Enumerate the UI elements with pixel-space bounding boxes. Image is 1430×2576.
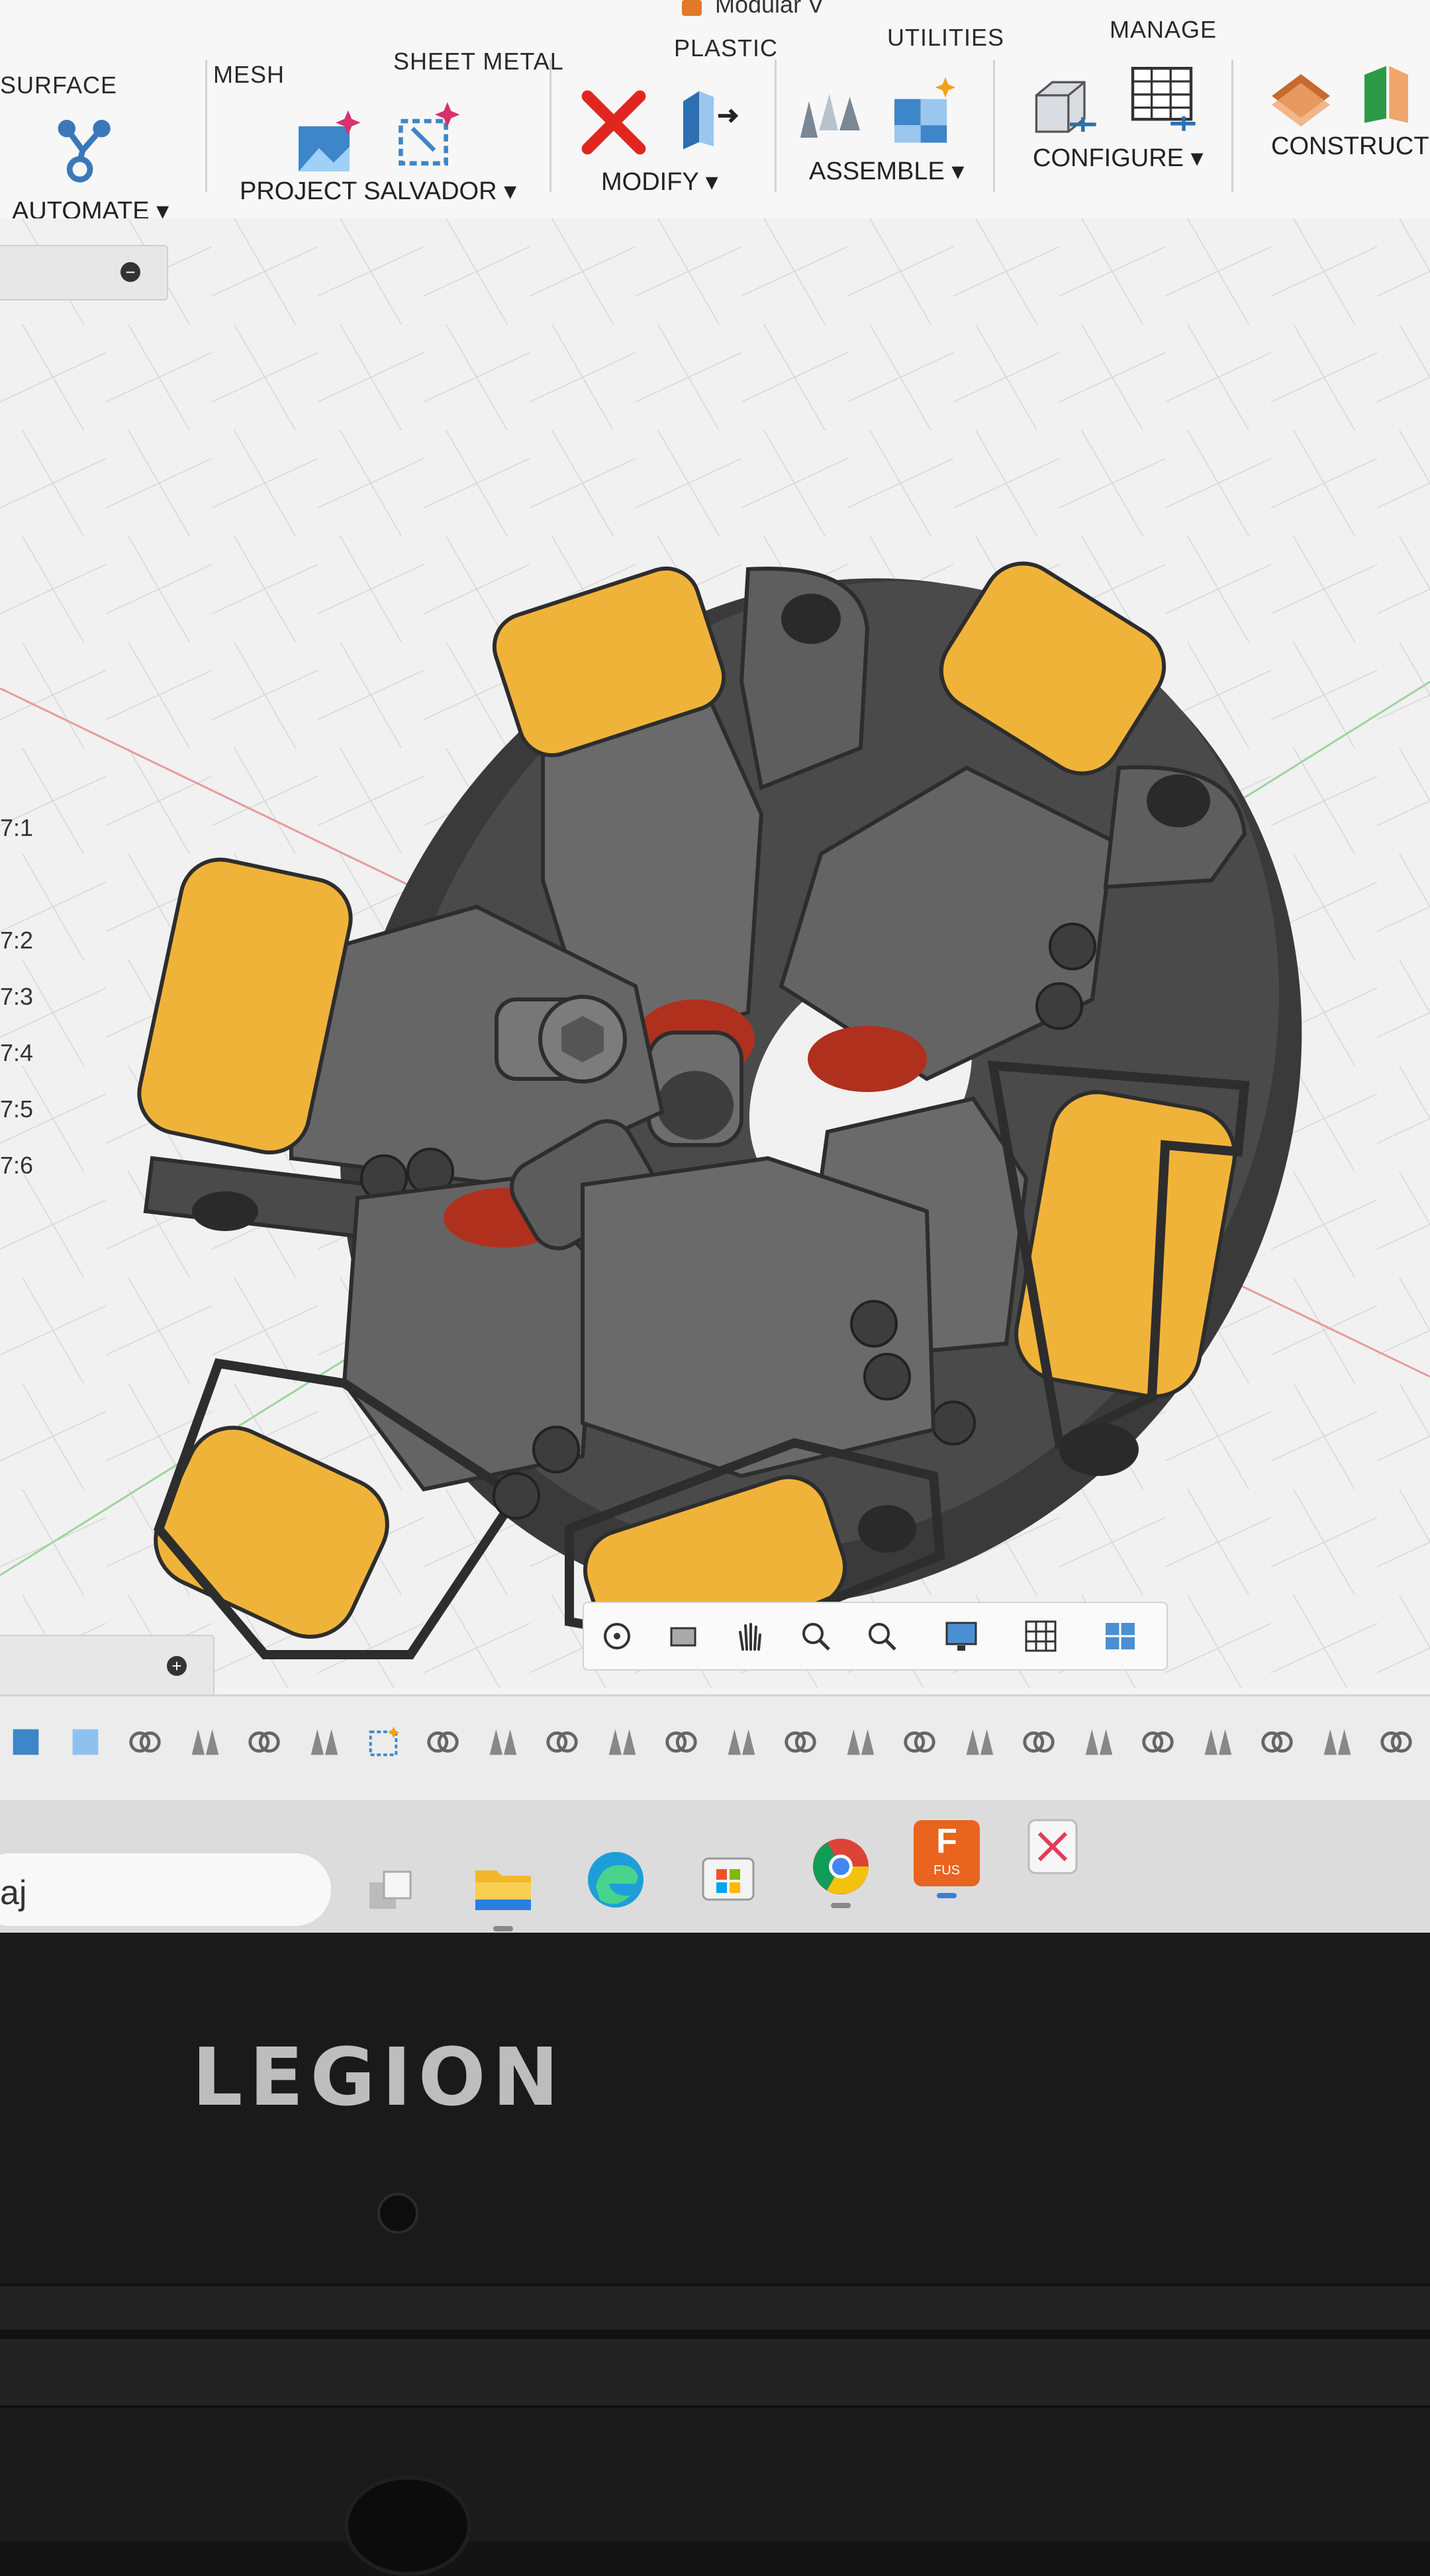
assemble-group-label[interactable]: ASSEMBLE ▾ xyxy=(809,156,965,186)
timeline-rigid-icon[interactable] xyxy=(841,1723,879,1761)
roller-assembly xyxy=(565,1156,945,1663)
timeline-joint-icon[interactable] xyxy=(781,1723,820,1761)
fit-icon[interactable] xyxy=(862,1616,902,1656)
automate-icon[interactable] xyxy=(46,113,119,185)
snipping-tool-icon[interactable] xyxy=(1020,1814,1086,1880)
screen: Modular V SURFACE MESH SHEET METAL PLAST… xyxy=(0,0,1430,1933)
browser-header[interactable]: − xyxy=(0,245,168,300)
timeline-joint-icon[interactable] xyxy=(126,1723,164,1761)
timeline-rigid-icon[interactable] xyxy=(960,1723,998,1761)
navigation-bar xyxy=(583,1602,1168,1671)
collapse-icon[interactable]: − xyxy=(120,262,140,282)
zoom-icon[interactable] xyxy=(796,1616,835,1656)
group-divider xyxy=(993,60,995,192)
timeline-joint-icon[interactable] xyxy=(1258,1723,1296,1761)
generate-image-icon[interactable] xyxy=(291,106,364,179)
microsoft-store-icon[interactable] xyxy=(695,1840,761,1906)
browser-row[interactable]: 7:5 xyxy=(0,1095,33,1123)
task-view-icon[interactable] xyxy=(358,1860,424,1926)
taskbar-search-text[interactable]: aj xyxy=(0,1873,26,1913)
generate-sketch-icon[interactable] xyxy=(391,99,463,172)
document-title: Modular V xyxy=(715,0,824,18)
timeline-rigid-icon[interactable] xyxy=(305,1723,343,1761)
press-pull-icon[interactable] xyxy=(669,79,741,152)
group-divider xyxy=(775,60,777,192)
group-divider xyxy=(549,60,551,192)
timeline-rigid-icon[interactable] xyxy=(1198,1723,1237,1761)
plane-at-angle-icon[interactable] xyxy=(1357,53,1430,126)
taskbar-search-box[interactable] xyxy=(0,1853,331,1926)
pan-icon[interactable] xyxy=(730,1616,769,1656)
grid-settings-icon[interactable] xyxy=(1021,1616,1061,1656)
offset-plane-icon[interactable] xyxy=(1264,60,1337,132)
timeline xyxy=(0,1694,1430,1802)
browser-row[interactable]: 7:3 xyxy=(0,983,33,1011)
tab-utilities[interactable]: UTILITIES xyxy=(887,24,1004,52)
webcam-icon xyxy=(377,2193,418,2234)
project-salvador-group-label[interactable]: PROJECT SALVADOR ▾ xyxy=(240,176,516,206)
app-logo-icon xyxy=(682,0,702,16)
tab-plastic[interactable]: PLASTIC xyxy=(674,34,778,62)
timeline-joint-icon[interactable] xyxy=(1377,1723,1415,1761)
file-explorer-icon[interactable] xyxy=(470,1853,536,1919)
brand-logo: LEGION xyxy=(192,2032,566,2124)
ribbon-toolbar: Modular V SURFACE MESH SHEET METAL PLAST… xyxy=(0,0,1430,225)
group-divider xyxy=(1231,60,1233,192)
fusion-letter: F xyxy=(936,1822,957,1861)
browser-row[interactable]: 7:2 xyxy=(0,927,33,954)
timeline-body-icon[interactable] xyxy=(7,1723,45,1761)
power-button-icon xyxy=(344,2475,471,2576)
windows-taskbar: aj F FUS xyxy=(0,1800,1430,1933)
configuration-table-icon[interactable] xyxy=(1125,60,1198,132)
construct-group-label[interactable]: CONSTRUCT xyxy=(1271,132,1429,161)
comments-panel[interactable]: + xyxy=(0,1635,215,1697)
timeline-body-icon[interactable] xyxy=(66,1723,105,1761)
timeline-joint-icon[interactable] xyxy=(900,1723,939,1761)
timeline-rigid-icon[interactable] xyxy=(1317,1723,1356,1761)
browser-row[interactable]: 7:1 xyxy=(0,814,33,842)
browser-row[interactable]: 7:4 xyxy=(0,1039,33,1067)
tab-surface[interactable]: SURFACE xyxy=(0,71,117,99)
timeline-rigid-icon[interactable] xyxy=(602,1723,641,1761)
modify-group-label[interactable]: MODIFY ▾ xyxy=(601,167,718,197)
timeline-rigid-icon[interactable] xyxy=(483,1723,522,1761)
new-component-icon[interactable] xyxy=(887,73,960,146)
tab-sheet-metal[interactable]: SHEET METAL xyxy=(393,48,564,75)
edge-icon[interactable] xyxy=(583,1847,649,1913)
chrome-icon[interactable] xyxy=(808,1833,874,1900)
orbit-icon[interactable] xyxy=(597,1616,637,1656)
running-indicator xyxy=(493,1926,513,1931)
running-indicator xyxy=(831,1903,851,1908)
delete-icon[interactable] xyxy=(577,86,650,159)
timeline-rigid-icon[interactable] xyxy=(722,1723,760,1761)
laptop-bezel xyxy=(0,1933,1430,2542)
tab-mesh[interactable]: MESH xyxy=(213,61,285,89)
timeline-rigid-icon[interactable] xyxy=(185,1723,224,1761)
display-settings-icon[interactable] xyxy=(941,1616,981,1656)
fusion-icon[interactable]: F FUS xyxy=(914,1820,980,1886)
3d-viewport[interactable]: − 7:1 7:2 7:3 7:4 7:5 7:6 + xyxy=(0,218,1430,1697)
omni-wheel-model[interactable] xyxy=(0,218,1430,1688)
browser-row[interactable]: 7:6 xyxy=(0,1152,33,1179)
active-indicator xyxy=(937,1893,957,1898)
timeline-rigid-icon[interactable] xyxy=(1079,1723,1118,1761)
expand-icon[interactable]: + xyxy=(167,1656,187,1676)
timeline-joint-icon[interactable] xyxy=(662,1723,700,1761)
timeline-joint-icon[interactable] xyxy=(1020,1723,1058,1761)
fusion-sub-label: FUS xyxy=(933,1863,960,1878)
look-at-icon[interactable] xyxy=(663,1616,703,1656)
configure-model-icon[interactable] xyxy=(1026,66,1099,139)
laptop-hinge xyxy=(0,2283,1430,2408)
configure-group-label[interactable]: CONFIGURE ▾ xyxy=(1033,143,1204,173)
timeline-joint-icon[interactable] xyxy=(1139,1723,1177,1761)
viewports-icon[interactable] xyxy=(1100,1616,1140,1656)
timeline-joint-icon[interactable] xyxy=(543,1723,581,1761)
joint-icon[interactable] xyxy=(794,79,867,152)
hinge-groove xyxy=(0,2330,1430,2339)
timeline-joint-icon[interactable] xyxy=(245,1723,283,1761)
group-divider xyxy=(205,60,207,192)
tab-manage[interactable]: MANAGE xyxy=(1110,16,1217,44)
timeline-sketch-icon[interactable] xyxy=(364,1723,403,1761)
timeline-joint-icon[interactable] xyxy=(424,1723,462,1761)
